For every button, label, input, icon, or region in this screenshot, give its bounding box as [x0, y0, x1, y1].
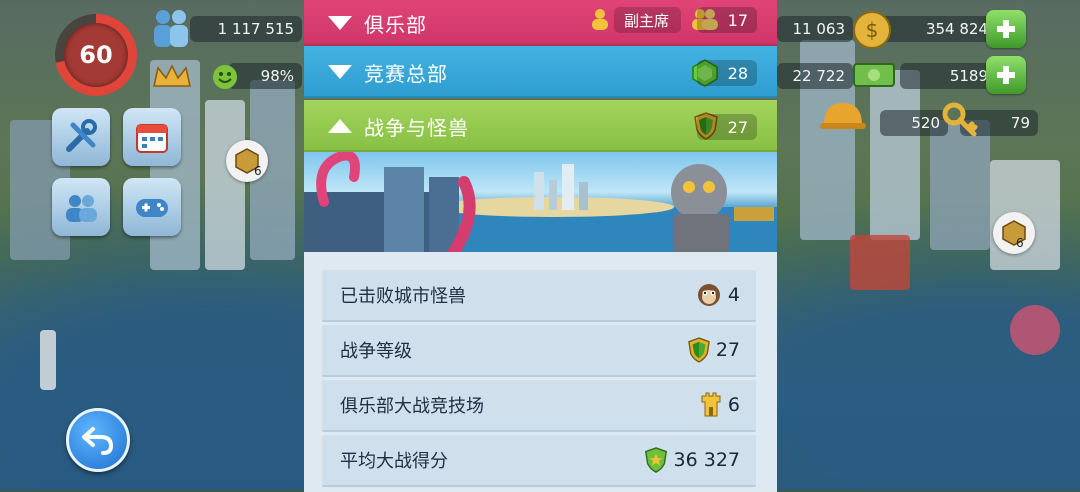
- happiness-face-icon: [212, 64, 238, 94]
- right-ready-bubble[interactable]: [993, 212, 1035, 254]
- stat-row-war-level: 战争等级 27: [322, 325, 756, 377]
- tools-icon: [66, 119, 97, 152]
- collapse-arrow-icon: [328, 65, 352, 79]
- club-role-badge: 副主席: [613, 7, 681, 33]
- collapse-arrow-icon: [328, 16, 352, 30]
- club-member-count: 17: [697, 7, 757, 33]
- back-button[interactable]: [66, 408, 130, 472]
- games-button[interactable]: [123, 178, 181, 236]
- hardhat-icon: [818, 95, 868, 139]
- stat-label: 战争等级: [340, 341, 412, 362]
- resource-counter-mid: 22 722: [777, 63, 853, 89]
- contest-count-value: 28: [727, 63, 748, 83]
- resource-counter-top: 11 063: [777, 16, 853, 42]
- war-count-value: 27: [727, 117, 748, 137]
- vip-badge-icon: [152, 64, 192, 94]
- golden-keys-b-value: 79: [1010, 114, 1030, 132]
- monster-icon: [696, 282, 722, 308]
- war-stats-list: 已击败城市怪兽 4 战争等级 27 俱乐部大战竞技场 6 平均大战得分 36 3…: [304, 252, 777, 492]
- club-count-value: 17: [727, 10, 748, 30]
- social-button[interactable]: [52, 178, 110, 236]
- build-tools-button[interactable]: [52, 108, 110, 166]
- resource-top-value: 11 063: [792, 20, 846, 38]
- stat-value: 27: [715, 339, 740, 361]
- expand-arrow-icon: [328, 119, 352, 133]
- stat-label: 俱乐部大战竞技场: [340, 396, 484, 417]
- svg-text:$: $: [866, 18, 879, 42]
- stat-row-monsters-defeated: 已击败城市怪兽 4: [322, 270, 756, 322]
- city-level-indicator[interactable]: 60: [55, 14, 137, 96]
- score-shield-icon: [644, 447, 668, 473]
- simcash-value: 5189: [949, 67, 988, 85]
- stat-value: 36 327: [673, 449, 740, 471]
- simoleons-value: 354 824: [925, 20, 988, 38]
- population-value: 1 117 515: [217, 20, 294, 38]
- add-simcash-button[interactable]: [986, 56, 1026, 94]
- plus-icon: [997, 66, 1015, 84]
- stat-row-club-war-arena: 俱乐部大战竞技场 6: [322, 380, 756, 432]
- resource-mid-value: 22 722: [792, 67, 846, 85]
- stat-row-average-war-score: 平均大战得分 36 327: [322, 435, 756, 487]
- stat-value: 6: [727, 394, 740, 416]
- calendar-button[interactable]: [123, 108, 181, 166]
- stat-label: 平均大战得分: [340, 451, 448, 472]
- contest-count: 28: [697, 60, 757, 86]
- stat-value: 4: [727, 284, 740, 306]
- member-icon: [590, 8, 610, 34]
- war-banner-image: [304, 152, 777, 252]
- city-level-value: 60: [79, 41, 113, 69]
- simcash-counter: 5189: [900, 63, 996, 89]
- stat-label: 已击败城市怪兽: [340, 286, 466, 307]
- friends-icon: [66, 195, 97, 222]
- population-icon: [148, 6, 194, 54]
- back-arrow-icon: [82, 427, 114, 455]
- population-counter: 1 117 515: [190, 16, 302, 42]
- war-badge-icon: [1002, 220, 1026, 246]
- golden-key-icon: [940, 100, 980, 144]
- club-role-label: 副主席: [623, 11, 669, 30]
- plus-icon: [997, 20, 1015, 38]
- golden-keys-counter-a: 520: [880, 110, 948, 136]
- arena-tower-icon: [700, 392, 722, 418]
- gamepad-icon: [136, 199, 168, 217]
- production-ready-bubble[interactable]: [226, 140, 268, 182]
- happiness-counter: 98%: [228, 63, 302, 89]
- simoleons-counter: 354 824: [880, 16, 996, 42]
- war-level-count: 27: [697, 114, 757, 140]
- war-shield-icon: [687, 337, 710, 363]
- calendar-icon: [136, 124, 168, 153]
- right-bubble-count: 6: [1016, 236, 1024, 250]
- golden-keys-a-value: 520: [911, 114, 940, 132]
- add-simoleons-button[interactable]: [986, 10, 1026, 48]
- simoleon-coin-icon: $: [852, 10, 892, 54]
- simcash-bill-icon: [852, 60, 896, 94]
- happiness-value: 98%: [260, 67, 294, 85]
- hud-bubble-count: 6: [254, 164, 262, 178]
- club-info-panel: 俱乐部 副主席 17 竞赛总部 28 战争与怪兽 27 已击败城市怪兽 4 战争…: [304, 0, 777, 492]
